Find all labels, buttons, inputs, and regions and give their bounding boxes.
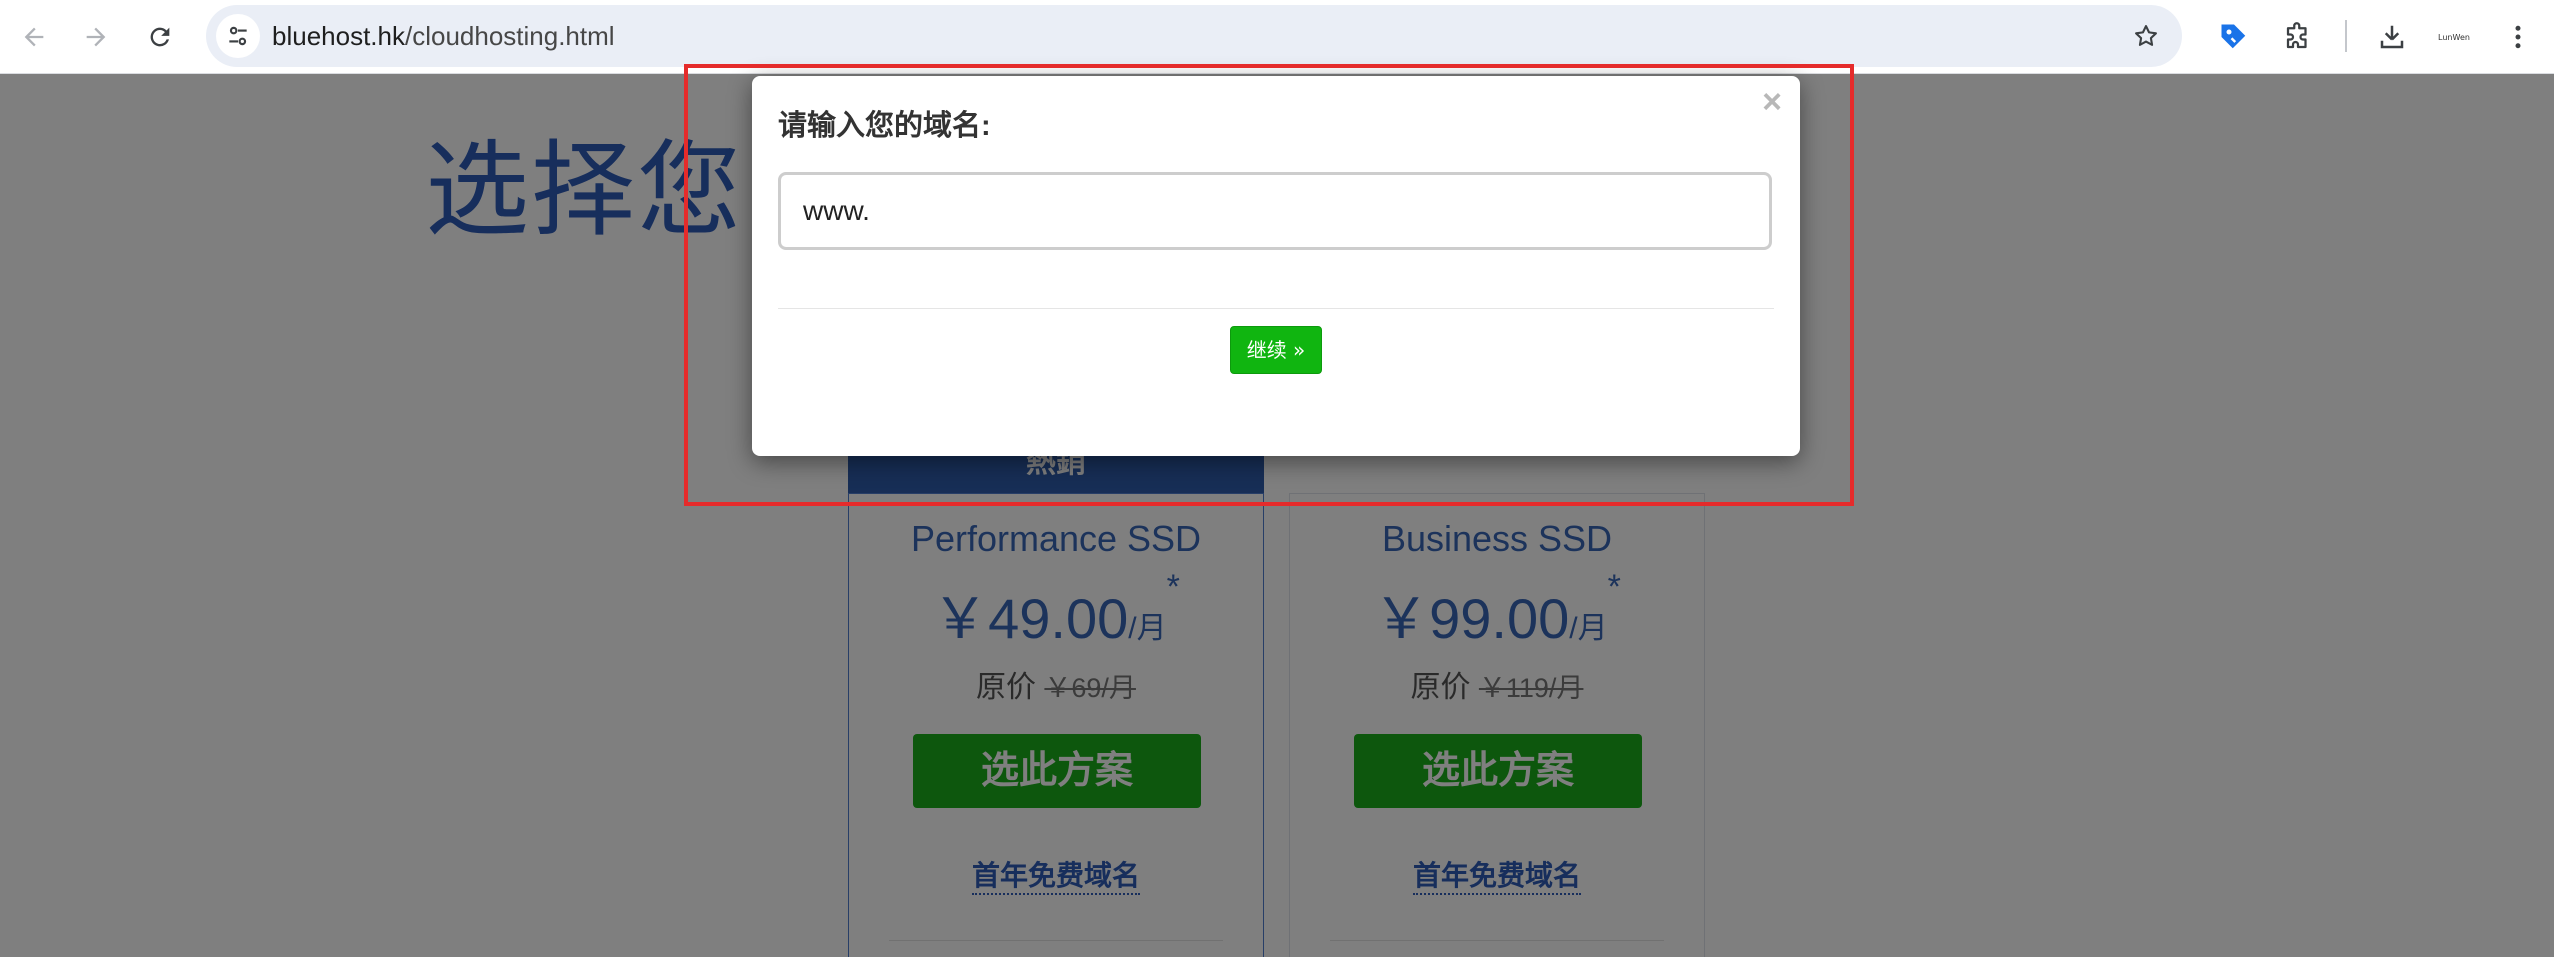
tag-extension-icon (2221, 24, 2246, 49)
back-arrow-icon (24, 27, 44, 47)
download-button[interactable] (2368, 13, 2416, 61)
url-host: bluehost.hk (272, 21, 405, 51)
forward-arrow-icon (86, 27, 106, 47)
tune-icon (229, 26, 247, 46)
chrome-menu-button[interactable] (2494, 13, 2542, 61)
toolbar-separator (2345, 20, 2347, 52)
star-icon (2135, 25, 2157, 46)
bookmark-button[interactable] (2124, 14, 2168, 58)
reload-icon (150, 27, 170, 47)
url-text[interactable]: bluehost.hk/cloudhosting.html (272, 5, 615, 67)
site-info-button[interactable] (216, 14, 260, 58)
download-icon (2380, 25, 2404, 49)
url-path: /cloudhosting.html (404, 21, 615, 51)
tag-extension-button[interactable] (2210, 13, 2258, 61)
lunwen-extension-button[interactable]: LunWen (2430, 13, 2478, 61)
puzzle-icon (2286, 22, 2307, 49)
extensions-button[interactable] (2274, 13, 2322, 61)
back-button[interactable] (10, 13, 58, 61)
address-bar[interactable]: bluehost.hk/cloudhosting.html (206, 5, 2182, 67)
browser-toolbar: bluehost.hk/cloudhosting.html LunWen (0, 0, 2554, 74)
forward-button[interactable] (72, 13, 120, 61)
highlight-annotation-box (684, 64, 1854, 506)
lunwen-extension-label: LunWen (2438, 32, 2470, 42)
kebab-menu-icon (2515, 25, 2521, 49)
reload-button[interactable] (136, 13, 184, 61)
